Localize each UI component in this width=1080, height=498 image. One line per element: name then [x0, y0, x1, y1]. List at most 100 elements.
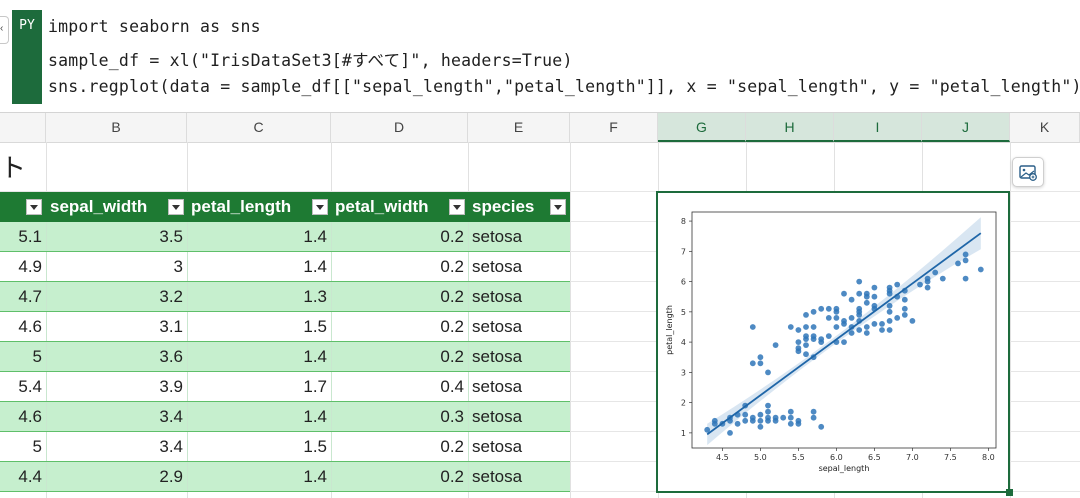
table-cell[interactable]: 1.4: [187, 342, 331, 371]
table-cell[interactable]: 0.4: [331, 372, 468, 401]
scatter-point: [803, 342, 809, 348]
table-header-cell[interactable]: petal_width: [331, 192, 468, 222]
expand-formula-button[interactable]: ‹: [0, 16, 9, 44]
x-tick-label: 7.5: [944, 453, 957, 462]
filter-dropdown-button[interactable]: [550, 199, 566, 215]
scatter-point: [894, 315, 901, 321]
regplot-chart[interactable]: 4.5 5.0 5.5 6.0 6.5 7.0 7.5 8.0 1 2 3 4 5 6 7 8 sepal_le…: [656, 191, 1010, 493]
table-cell[interactable]: 1.5: [187, 432, 331, 461]
scatter-point: [803, 351, 809, 358]
table-cell[interactable]: setosa: [468, 282, 570, 311]
code-line-3[interactable]: sns.regplot(data = sample_df[["sepal_len…: [48, 77, 1080, 96]
table-cell[interactable]: 5: [0, 432, 46, 461]
column-header-f[interactable]: F: [570, 113, 658, 142]
filter-dropdown-button[interactable]: [449, 199, 465, 215]
scatter-point: [825, 315, 832, 321]
scatter-point: [772, 414, 779, 421]
table-row: 5.4 3.9 1.7 0.4 setosa: [0, 372, 570, 402]
scatter-point: [810, 408, 817, 415]
scatter-point: [787, 414, 794, 421]
scatter-point: [894, 281, 901, 288]
scatter-point: [932, 269, 939, 276]
table-cell[interactable]: 0.3: [331, 402, 468, 431]
table-cell[interactable]: 5.1: [0, 222, 46, 251]
table-cell[interactable]: 5.4: [0, 372, 46, 401]
scatter-point: [749, 324, 756, 330]
filter-dropdown-button[interactable]: [26, 199, 42, 215]
table-cell[interactable]: 3.1: [46, 312, 187, 341]
table-cell[interactable]: 0.2: [331, 282, 468, 311]
table-cell[interactable]: 3.6: [46, 342, 187, 371]
table-cell[interactable]: 5: [0, 342, 46, 371]
code-line-2[interactable]: sample_df = xl("IrisDataSet3[#すべて]", hea…: [48, 47, 573, 71]
sheet-title-cell[interactable]: ト: [0, 148, 26, 185]
y-tick-label: 2: [681, 399, 686, 408]
table-cell[interactable]: setosa: [468, 342, 570, 371]
x-tick-label: 7.0: [906, 453, 919, 462]
scatter-point: [795, 417, 802, 424]
table-cell[interactable]: setosa: [468, 402, 570, 431]
table-cell[interactable]: 3.9: [46, 372, 187, 401]
table-cell[interactable]: 4.6: [0, 312, 46, 341]
table-row: 4.9 3 1.4 0.2 setosa: [0, 252, 570, 282]
column-header-i[interactable]: I: [834, 113, 922, 142]
table-cell[interactable]: 3.2: [46, 282, 187, 311]
table-cell[interactable]: setosa: [468, 252, 570, 281]
scatter-point: [765, 369, 771, 376]
column-header-h[interactable]: H: [746, 113, 834, 142]
table-cell[interactable]: 2.9: [46, 462, 187, 491]
scatter-point: [803, 333, 809, 339]
table-cell[interactable]: 0.2: [331, 252, 468, 281]
table-cell[interactable]: 3: [46, 252, 187, 281]
scatter-point: [833, 315, 840, 321]
filter-dropdown-button[interactable]: [312, 199, 328, 215]
scatter-point: [856, 278, 863, 285]
table-header-cell[interactable]: petal_length: [187, 192, 331, 222]
table-cell[interactable]: 1.5: [187, 312, 331, 341]
table-cell[interactable]: 3.5: [46, 222, 187, 251]
column-header-g[interactable]: G: [658, 113, 746, 142]
column-header-k[interactable]: K: [1010, 113, 1080, 142]
table-cell[interactable]: 1.3: [187, 282, 331, 311]
table-cell[interactable]: setosa: [468, 432, 570, 461]
table-cell[interactable]: setosa: [468, 372, 570, 401]
table-cell[interactable]: setosa: [468, 312, 570, 341]
scatter-point: [795, 339, 802, 345]
chart-canvas: 4.5 5.0 5.5 6.0 6.5 7.0 7.5 8.0 1 2 3 4 5 6 7 8 sepal_le…: [665, 211, 997, 473]
table-cell[interactable]: 4.4: [0, 462, 46, 491]
table-cell[interactable]: 3.4: [46, 402, 187, 431]
column-header-c[interactable]: C: [187, 113, 331, 142]
table-cell[interactable]: 4.9: [0, 252, 46, 281]
table-row: 4.4 2.9 1.4 0.2 setosa: [0, 462, 570, 492]
table-cell[interactable]: setosa: [468, 462, 570, 491]
scatter-point: [848, 296, 855, 303]
table-cell[interactable]: 0.2: [331, 222, 468, 251]
table-cell[interactable]: 1.4: [187, 462, 331, 491]
table-cell[interactable]: setosa: [468, 222, 570, 251]
table-cell[interactable]: 1.7: [187, 372, 331, 401]
table-cell[interactable]: 0.2: [331, 462, 468, 491]
table-cell[interactable]: 1.4: [187, 252, 331, 281]
table-header-cell[interactable]: sepal_width: [46, 192, 187, 222]
table-cell[interactable]: 1.4: [187, 402, 331, 431]
y-tick-label: 1: [681, 429, 686, 438]
table-cell[interactable]: 3.4: [46, 432, 187, 461]
resize-handle[interactable]: [1006, 489, 1013, 496]
table-cell[interactable]: 4.7: [0, 282, 46, 311]
column-header-a[interactable]: [0, 113, 46, 142]
code-line-1[interactable]: import seaborn as sns: [48, 17, 261, 36]
scatter-point: [795, 345, 802, 352]
y-axis-label: petal_length: [665, 305, 674, 355]
column-header-d[interactable]: D: [331, 113, 468, 142]
column-header-j[interactable]: J: [922, 113, 1010, 142]
column-header-e[interactable]: E: [468, 113, 570, 142]
table-cell[interactable]: 4.6: [0, 402, 46, 431]
table-cell[interactable]: 0.2: [331, 342, 468, 371]
table-cell[interactable]: 1.4: [187, 222, 331, 251]
table-cell[interactable]: 0.2: [331, 312, 468, 341]
table-cell[interactable]: 0.2: [331, 432, 468, 461]
table-row: 4.6 3.4 1.4 0.3 setosa: [0, 402, 570, 432]
column-header-b[interactable]: B: [46, 113, 187, 142]
create-reference-button[interactable]: [1012, 157, 1044, 187]
filter-dropdown-button[interactable]: [168, 199, 184, 215]
